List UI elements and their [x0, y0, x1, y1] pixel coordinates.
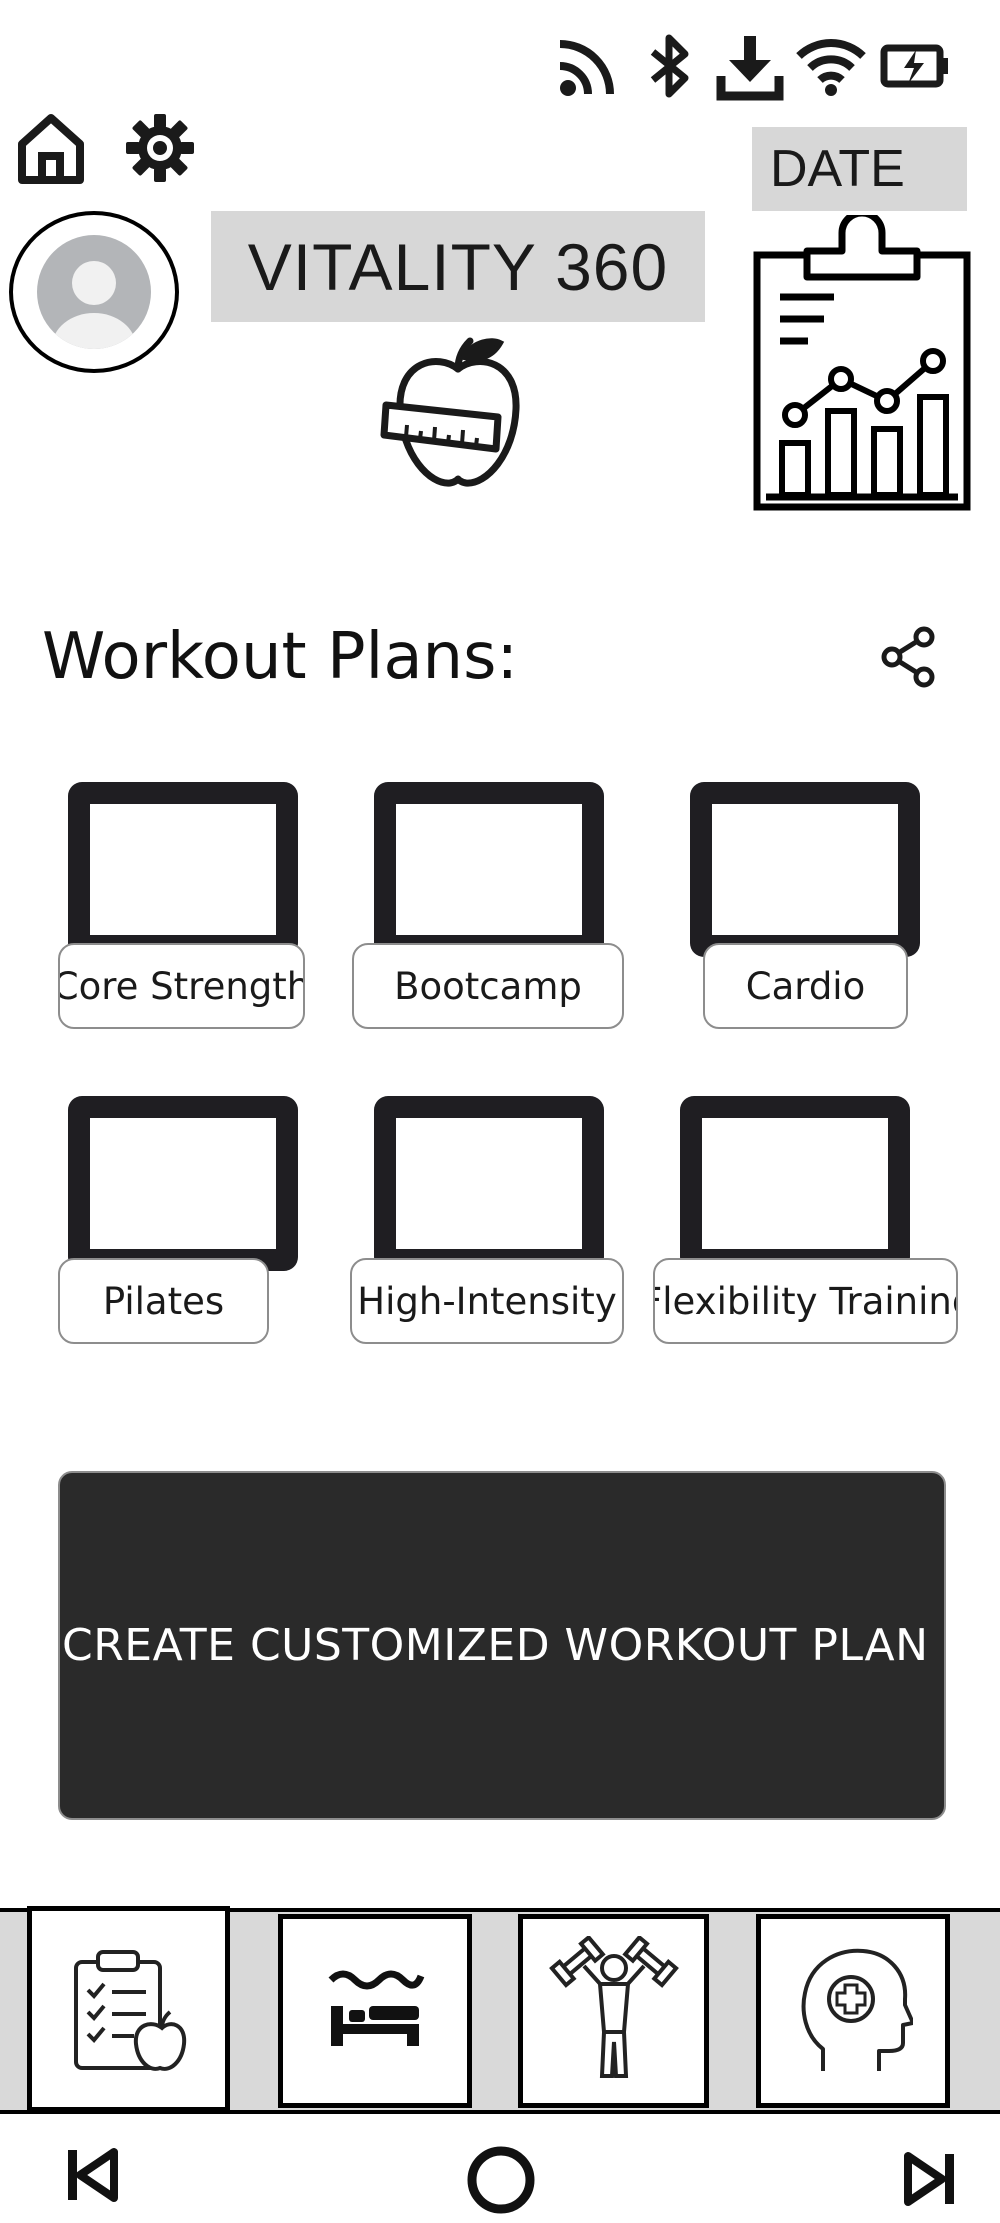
plan-card-thumbnail-cardio[interactable]	[690, 782, 920, 957]
apple-measuring-tape-icon	[380, 337, 520, 487]
nav-tab-sleep[interactable]	[278, 1914, 472, 2108]
app-title-box: VITALITY 360	[211, 211, 705, 322]
plan-label-high-intensity[interactable]: High-Intensity	[350, 1258, 624, 1344]
plan-label-core-strength[interactable]: Core Strength	[58, 943, 305, 1029]
gear-icon[interactable]	[124, 112, 196, 184]
home-icon[interactable]	[16, 112, 86, 186]
plan-label-cardio[interactable]: Cardio	[703, 943, 908, 1029]
date-label: DATE	[770, 140, 905, 198]
plan-card-thumbnail-core-strength[interactable]	[68, 782, 298, 957]
sleep-bed-icon	[328, 1970, 425, 2046]
nav-tab-meal-plan[interactable]	[27, 1906, 230, 2112]
home-circle-icon[interactable]	[466, 2145, 536, 2215]
nav-tab-mental-health[interactable]	[756, 1914, 950, 2108]
plan-card-thumbnail-pilates[interactable]	[68, 1096, 298, 1271]
wifi-icon	[796, 39, 866, 96]
plan-label-flexibility-training[interactable]: Flexibility Training	[653, 1258, 958, 1344]
user-silhouette-icon	[37, 235, 151, 349]
plan-card-thumbnail-bootcamp[interactable]	[374, 782, 604, 957]
share-icon[interactable]	[880, 626, 938, 688]
skip-previous-icon[interactable]	[66, 2148, 118, 2202]
skip-next-icon[interactable]	[904, 2152, 956, 2206]
date-box[interactable]: DATE	[752, 127, 967, 211]
meal-plan-checklist-icon	[73, 1950, 186, 2071]
nav-tab-fitness[interactable]	[518, 1914, 709, 2108]
create-custom-plan-label: CREATE CUSTOMIZED WORKOUT PLAN	[62, 1620, 929, 1671]
download-icon	[716, 36, 784, 101]
app-title: VITALITY 360	[247, 229, 669, 304]
cast-icon	[559, 40, 614, 96]
battery-charging-icon	[880, 44, 948, 88]
section-title: Workout Plans:	[42, 620, 518, 694]
bluetooth-icon	[650, 34, 689, 98]
plan-label-flexibility-training-text: Flexibility Training	[653, 1279, 958, 1323]
plan-card-thumbnail-flexibility-training[interactable]	[680, 1096, 910, 1271]
plan-label-pilates[interactable]: Pilates	[58, 1258, 269, 1344]
clipboard-chart-icon[interactable]	[752, 215, 972, 515]
fitness-dumbbell-person-icon	[548, 1936, 679, 2078]
plan-card-thumbnail-high-intensity[interactable]	[374, 1096, 604, 1271]
mental-health-head-icon	[801, 1948, 913, 2071]
avatar[interactable]	[9, 211, 179, 373]
create-custom-plan-button[interactable]: CREATE CUSTOMIZED WORKOUT PLAN	[58, 1471, 946, 1820]
plan-label-bootcamp[interactable]: Bootcamp	[352, 943, 624, 1029]
